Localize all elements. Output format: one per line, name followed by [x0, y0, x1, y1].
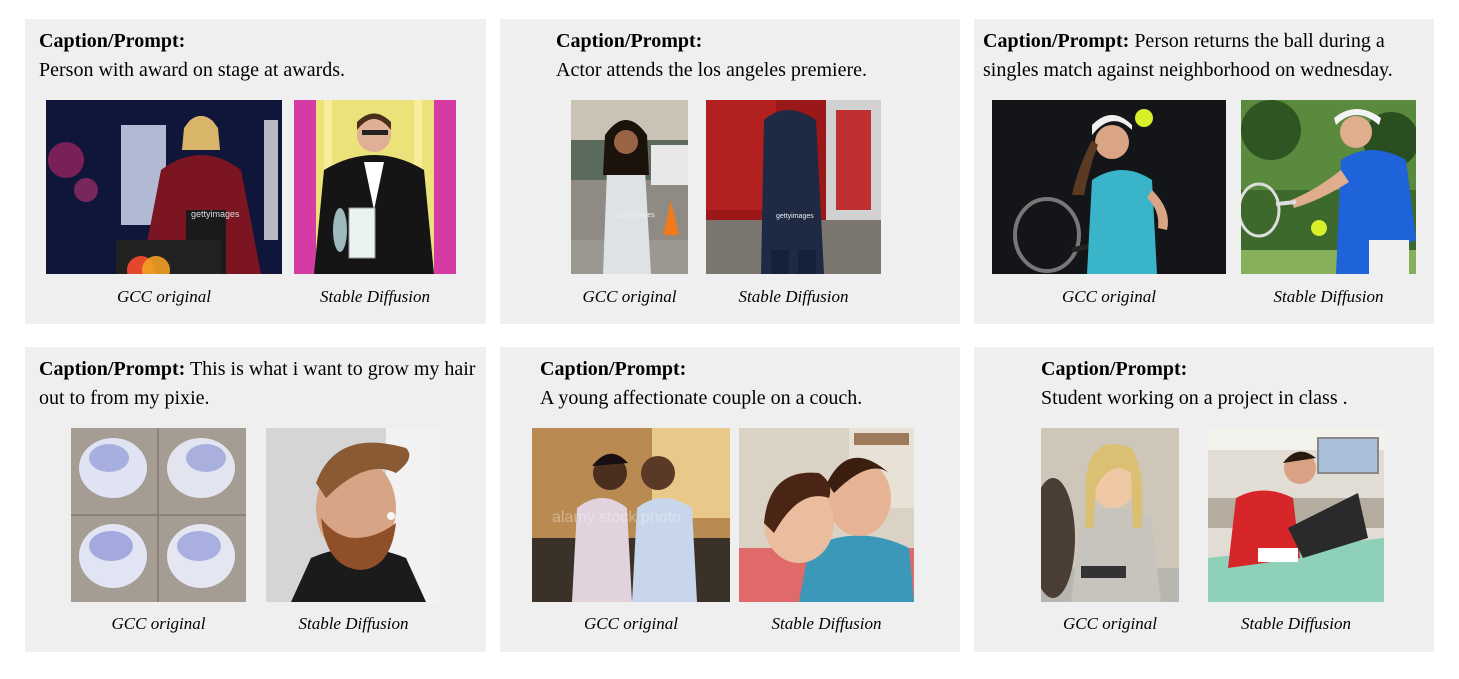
label-stable-diffusion-2: Stable Diffusion [738, 287, 849, 306]
stable-diffusion-image-5 [739, 428, 914, 602]
stable-diffusion-image-3 [1241, 100, 1416, 274]
caption-3: Caption/Prompt: Person returns the ball … [983, 27, 1428, 85]
watermark-text: gettyimages [191, 209, 240, 219]
stable-diffusion-image-1 [294, 100, 456, 274]
gcc-original-image-4 [71, 428, 246, 602]
label-gcc-original-2: GCC original [582, 287, 677, 306]
caption-prefix: Caption/Prompt: [556, 30, 703, 52]
label-stable-diffusion-4: Stable Diffusion [298, 614, 409, 633]
caption-text: Student working on a project in class . [1041, 387, 1348, 409]
label-gcc-original-4: GCC original [111, 614, 206, 633]
label-gcc-original-3: GCC original [1062, 287, 1156, 306]
gcc-original-image-3 [992, 100, 1226, 274]
gcc-original-image-2: gettyimages [571, 100, 688, 274]
caption-6: Caption/Prompt: Student working on a pro… [1041, 355, 1426, 413]
caption-text: A young affectionate couple on a couch. [540, 387, 863, 409]
stable-diffusion-image-4 [266, 428, 441, 602]
gcc-original-image-5: alamy stock photo [532, 428, 730, 602]
label-stable-diffusion-1: Stable Diffusion [319, 287, 431, 306]
caption-1: Caption/Prompt: Person with award on sta… [39, 27, 469, 85]
stable-diffusion-image-6 [1208, 428, 1384, 602]
label-gcc-original-5: GCC original [584, 614, 678, 633]
caption-5: Caption/Prompt: A young affectionate cou… [540, 355, 950, 413]
caption-4: Caption/Prompt: This is what i want to g… [39, 355, 479, 413]
gcc-original-image-6 [1041, 428, 1179, 602]
label-stable-diffusion-6: Stable Diffusion [1240, 614, 1352, 633]
watermark-text: alamy stock photo [552, 509, 681, 526]
label-gcc-original-1: GCC original [117, 287, 211, 306]
caption-prefix: Caption/Prompt: [39, 358, 186, 380]
watermark-text: gettyimages [776, 213, 814, 220]
stable-diffusion-image-2: gettyimages [706, 100, 881, 274]
watermark-text: gettyimages [617, 212, 655, 219]
label-stable-diffusion-5: Stable Diffusion [771, 614, 882, 633]
caption-prefix: Caption/Prompt: [983, 30, 1130, 52]
label-stable-diffusion-3: Stable Diffusion [1273, 287, 1384, 306]
caption-text: Actor attends the los angeles premiere. [556, 59, 867, 81]
caption-text: Person with award on stage at awards. [39, 59, 346, 81]
gcc-original-image-1: gettyimages [46, 100, 282, 274]
caption-prefix: Caption/Prompt: [39, 30, 186, 52]
caption-prefix: Caption/Prompt: [1041, 358, 1188, 380]
label-gcc-original-6: GCC original [1063, 614, 1157, 633]
caption-2: Caption/Prompt: Actor attends the los an… [556, 27, 946, 85]
caption-prefix: Caption/Prompt: [540, 358, 687, 380]
